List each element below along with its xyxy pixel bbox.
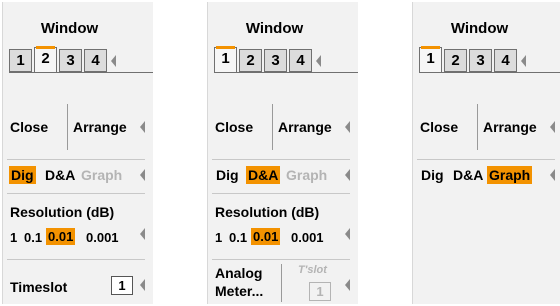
scroll-left-icon[interactable] xyxy=(345,279,350,291)
window-title: Window xyxy=(450,20,509,37)
mode-da-button[interactable]: D&A xyxy=(43,166,77,184)
mode-graph-button[interactable]: Graph xyxy=(284,166,329,184)
resolution-label: Resolution (dB) xyxy=(215,204,320,220)
scroll-left-icon[interactable] xyxy=(140,228,145,240)
divider xyxy=(417,159,555,160)
divider xyxy=(9,72,153,73)
tab-2[interactable]: 2 xyxy=(444,49,467,72)
window-panel-2: Window 1 2 3 4 Close Arrange Dig D&A Gra… xyxy=(207,2,358,304)
scroll-left-icon[interactable] xyxy=(345,169,350,181)
divider xyxy=(212,159,350,160)
resolution-option-0.1[interactable]: 0.1 xyxy=(229,230,247,245)
tab-bar: 1 2 3 4 xyxy=(419,45,560,75)
arrange-button[interactable]: Arrange xyxy=(483,119,537,135)
scroll-left-icon[interactable] xyxy=(550,169,555,181)
divider xyxy=(419,72,560,73)
mode-dig-button[interactable]: Dig xyxy=(214,166,241,184)
resolution-option-0.001[interactable]: 0.001 xyxy=(86,230,119,245)
resolution-option-0.01[interactable]: 0.01 xyxy=(46,228,76,245)
divider xyxy=(212,193,350,194)
tab-scroll-left-icon[interactable] xyxy=(111,55,116,67)
resolution-option-1[interactable]: 1 xyxy=(215,230,222,245)
tab-3[interactable]: 3 xyxy=(264,49,287,72)
divider xyxy=(477,104,478,150)
tab-2[interactable]: 2 xyxy=(34,46,57,73)
resolution-option-0.1[interactable]: 0.1 xyxy=(24,230,42,245)
arrange-button[interactable]: Arrange xyxy=(278,119,332,135)
tab-1[interactable]: 1 xyxy=(9,49,32,72)
timeslot-label: Timeslot xyxy=(10,279,68,295)
analog-meter-button-line-1[interactable]: Analog xyxy=(215,265,262,281)
divider xyxy=(7,259,145,260)
divider xyxy=(214,72,358,73)
tab-4[interactable]: 4 xyxy=(494,49,517,72)
mode-da-button[interactable]: D&A xyxy=(246,166,281,184)
tslot-field: 1 xyxy=(309,282,331,301)
analog-meter-button-line-2[interactable]: Meter... xyxy=(215,283,263,299)
tab-scroll-left-icon[interactable] xyxy=(521,55,526,67)
scroll-left-icon[interactable] xyxy=(140,121,145,133)
tab-3[interactable]: 3 xyxy=(469,49,492,72)
arrange-button[interactable]: Arrange xyxy=(73,119,127,135)
divider xyxy=(7,193,145,194)
scroll-left-icon[interactable] xyxy=(140,169,145,181)
window-title: Window xyxy=(40,20,99,37)
tslot-label: T'slot xyxy=(298,264,327,276)
scroll-left-icon[interactable] xyxy=(550,121,555,133)
window-panel-1: Window 1 2 3 4 Close Arrange Dig D&A Gra… xyxy=(2,2,153,304)
resolution-option-0.01[interactable]: 0.01 xyxy=(251,228,281,245)
mode-graph-button[interactable]: Graph xyxy=(79,166,124,184)
divider xyxy=(281,264,282,302)
timeslot-field[interactable]: 1 xyxy=(111,276,133,295)
resolution-option-1[interactable]: 1 xyxy=(10,230,17,245)
scroll-left-icon[interactable] xyxy=(140,279,145,291)
window-panel-3: Window 1 2 3 4 Close Arrange Dig D&A Gra… xyxy=(412,2,560,304)
resolution-label: Resolution (dB) xyxy=(10,204,115,220)
window-title: Window xyxy=(245,20,304,37)
close-button[interactable]: Close xyxy=(215,119,253,135)
tab-bar: 1 2 3 4 xyxy=(9,45,153,75)
tab-2[interactable]: 2 xyxy=(239,49,262,72)
divider xyxy=(7,159,145,160)
divider xyxy=(67,104,68,150)
tab-3[interactable]: 3 xyxy=(59,49,82,72)
mode-dig-button[interactable]: Dig xyxy=(9,166,36,184)
divider xyxy=(272,104,273,150)
mode-da-button[interactable]: D&A xyxy=(451,166,485,184)
tab-1[interactable]: 1 xyxy=(214,46,237,73)
tab-4[interactable]: 4 xyxy=(289,49,312,72)
scroll-left-icon[interactable] xyxy=(345,228,350,240)
tab-1[interactable]: 1 xyxy=(419,46,442,73)
mode-dig-button[interactable]: Dig xyxy=(419,166,446,184)
tab-bar: 1 2 3 4 xyxy=(214,45,358,75)
close-button[interactable]: Close xyxy=(420,119,458,135)
resolution-option-0.001[interactable]: 0.001 xyxy=(291,230,324,245)
divider xyxy=(212,259,350,260)
tab-4[interactable]: 4 xyxy=(84,49,107,72)
close-button[interactable]: Close xyxy=(10,119,48,135)
scroll-left-icon[interactable] xyxy=(345,121,350,133)
mode-graph-button[interactable]: Graph xyxy=(487,166,533,184)
tab-scroll-left-icon[interactable] xyxy=(316,55,321,67)
